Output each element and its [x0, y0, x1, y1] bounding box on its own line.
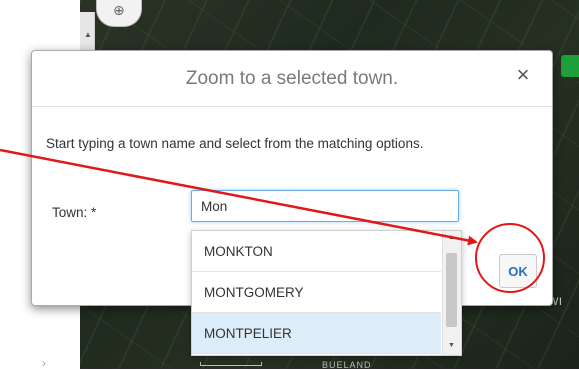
scroll-down-arrow-icon[interactable]: ▼	[448, 342, 455, 349]
scroll-up-arrow-icon[interactable]: ▲	[84, 30, 92, 39]
town-autocomplete-dropdown: MONKTON MONTGOMERY MONTPELIER ▲ ▼	[191, 230, 462, 356]
map-badge[interactable]	[561, 55, 579, 77]
dropdown-option-selected[interactable]: MONTPELIER	[192, 313, 441, 354]
dialog-header: Zoom to a selected town. ×	[32, 51, 552, 107]
chevron-right-icon[interactable]: ›	[42, 356, 46, 370]
map-scale-bar	[200, 362, 262, 366]
dropdown-option[interactable]: MONTGOMERY	[192, 272, 441, 313]
town-field-label: Town: *	[52, 205, 97, 220]
scroll-up-arrow-icon[interactable]: ▲	[448, 234, 455, 241]
ok-button[interactable]: OK	[499, 254, 537, 288]
dialog-instructions: Start typing a town name and select from…	[46, 136, 424, 151]
town-input[interactable]	[191, 190, 459, 222]
scrollbar-thumb[interactable]	[446, 253, 457, 327]
crosshair-icon[interactable]: ⊕	[113, 2, 125, 19]
dialog-title: Zoom to a selected town.	[185, 68, 399, 89]
dropdown-option[interactable]: MONKTON	[192, 231, 441, 272]
close-icon[interactable]: ×	[512, 64, 534, 86]
dropdown-scrollbar[interactable]: ▲ ▼	[442, 231, 461, 355]
